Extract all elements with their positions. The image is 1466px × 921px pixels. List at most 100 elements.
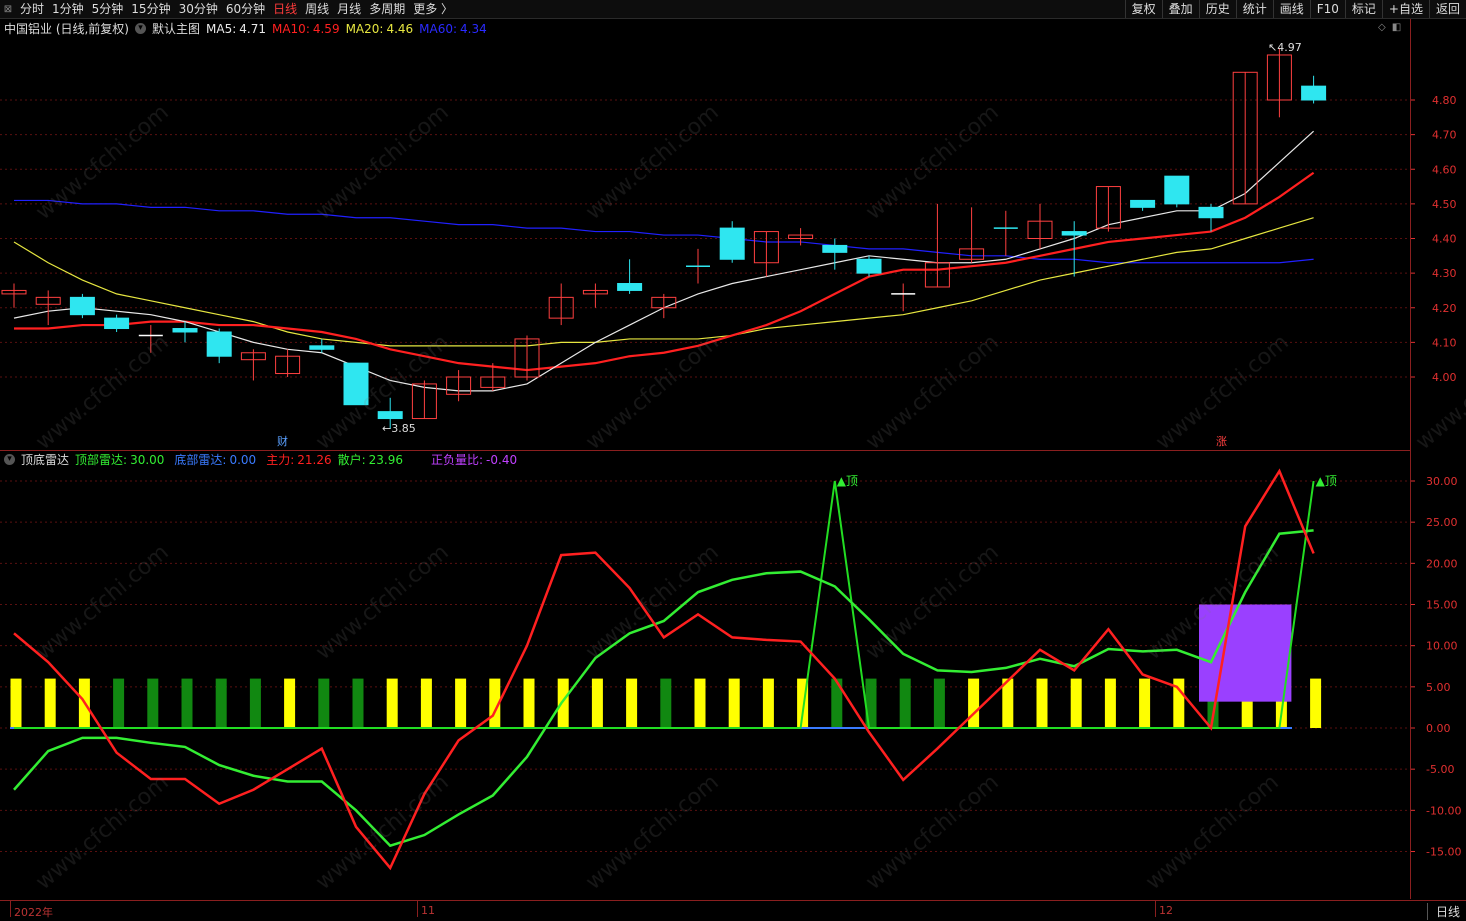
radar-bar [557,678,569,728]
period-indicator[interactable]: 日线 [1426,903,1460,920]
candle [343,362,369,406]
candle [446,370,472,402]
candle-body-down [377,411,403,420]
radar-bar [284,678,296,728]
candle [309,338,335,353]
radar-bar [318,678,330,728]
radar-bar [933,678,945,728]
radar-bar [660,678,672,728]
radar-bar [215,678,227,728]
top-signal-label: ▲顶 [1316,474,1337,488]
candle-body-down [617,283,643,291]
candle [719,221,745,263]
radar-bar [728,678,740,728]
sub-tick-label: 5.00 [1426,681,1451,694]
candle [1164,175,1190,208]
candle [1130,199,1156,211]
candle [651,293,677,319]
sub-tick-label: 25.00 [1426,516,1458,529]
candle-body-down [69,296,95,316]
candle-body-down [1198,206,1224,219]
radar-bar [455,678,467,728]
candle [138,325,163,353]
chevron-down-icon[interactable]: ▾ [4,454,15,465]
top-radar-value: 30.00 [130,452,165,467]
price-tick-label: 4.00 [1432,371,1457,384]
sub-tick-label: 30.00 [1426,475,1458,488]
radar-bar [386,678,398,728]
candle [1027,203,1053,249]
radar-bar [1104,678,1116,728]
top-radar-label: 顶部雷达: [75,453,128,467]
radar-bar [352,678,364,728]
candle [548,283,574,326]
candle-body-down [856,258,882,274]
sub-tick-label: 15.00 [1426,599,1458,612]
candle [617,259,643,294]
radar-bar [694,678,706,728]
candle-body-down [343,362,369,406]
limit-up-marker: 涨 [1216,435,1227,448]
candle [1,283,27,308]
sub-tick-label: 10.00 [1426,640,1458,653]
candle-body-down [309,345,335,350]
low-price-label: ←3.85 [382,422,416,435]
radar-bar [1139,678,1151,728]
candle [993,210,1018,256]
sub-tick-label: 0.00 [1426,722,1451,735]
price-tick-label: 4.80 [1432,94,1457,107]
candle [1232,71,1258,205]
ma60-line [14,199,1314,264]
radar-bar [420,678,432,728]
candle [856,255,882,277]
zhuli-label: 主力: [266,453,295,467]
candle [924,203,950,288]
radar-bar [968,678,980,728]
date-label-nov: 11 [421,904,435,917]
sanhu-value: 23.96 [368,452,403,467]
candle-body-down [206,331,232,357]
indicator-name[interactable]: 顶底雷达 [21,451,69,468]
radar-bar [249,678,261,728]
radar-bar [591,678,603,728]
sub-tick-label: -15.00 [1426,846,1461,859]
date-tick [10,901,11,917]
candle [104,314,130,332]
candle [686,248,710,284]
bottom-radar-label: 底部雷达: [174,453,227,467]
zhuli-line [13,468,1315,871]
candle-body-down [1164,175,1190,205]
candle [1301,75,1327,104]
candle [753,231,779,277]
candle-body-down [172,328,198,333]
candle-body-down [822,244,848,253]
price-tick-label: 4.50 [1432,198,1457,211]
candle [1061,221,1087,277]
radar-bar [10,678,22,728]
candle [1095,186,1121,232]
date-label-year: 2022年 [14,906,53,919]
radar-bar [899,678,911,728]
volume-ratio-box [1199,604,1292,702]
price-tick-label: 4.10 [1432,336,1457,349]
radar-bar [147,678,159,728]
zhuli-value: 21.26 [297,452,332,467]
radar-bar [523,678,535,728]
candle-body-down [104,317,130,330]
radar-bar [762,678,774,728]
price-tick-label: 4.70 [1432,129,1457,142]
date-tick [1155,901,1156,917]
price-tick-label: 4.60 [1432,163,1457,176]
candle [69,293,95,319]
price-tick-label: 4.20 [1432,302,1457,315]
candle [891,283,916,312]
sanhu-label: 散户: [337,453,366,467]
radar-bar [1070,678,1082,728]
date-tick [417,901,418,917]
sub-tick-label: -10.00 [1426,804,1461,817]
candle-body-down [719,227,745,260]
candle-body-down [1130,199,1156,208]
radar-bar [113,678,125,728]
high-price-label: ↖4.97 [1268,41,1302,54]
candle [275,349,301,377]
